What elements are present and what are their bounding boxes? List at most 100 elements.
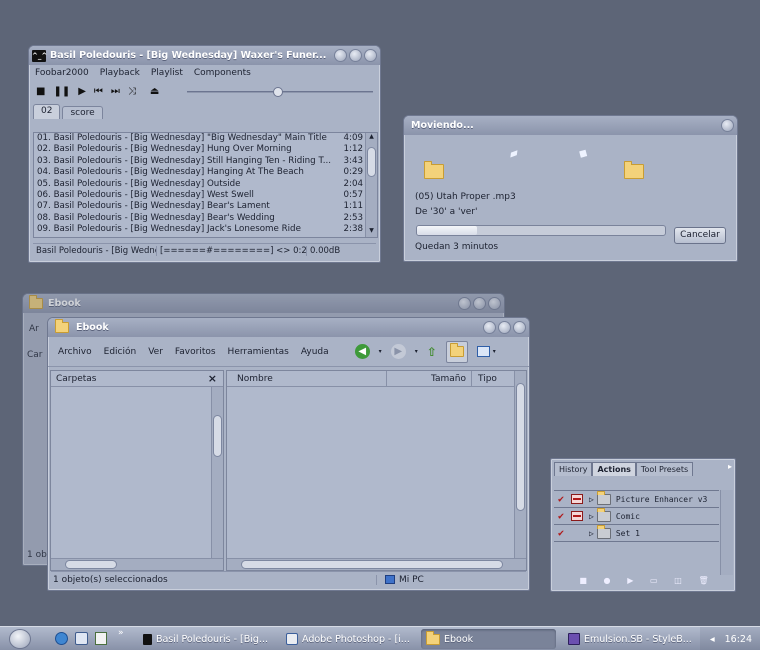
file-list-vscrollbar[interactable] [514, 371, 526, 558]
file-list-hscrollbar[interactable] [227, 558, 526, 570]
dialog-toggle-icon[interactable] [571, 511, 583, 521]
playlist-row[interactable]: 03. Basil Poledouris - [Big Wednesday] S… [34, 156, 377, 167]
scroll-down-icon[interactable]: ▼ [366, 227, 377, 237]
ie-icon[interactable] [55, 632, 68, 645]
new-action-icon[interactable]: ◫ [674, 576, 682, 588]
column-tipo[interactable]: Tipo [472, 371, 497, 386]
dialog-toggle-icon[interactable] [571, 494, 583, 504]
close-button[interactable] [488, 297, 501, 310]
foobar-titlebar[interactable]: ^_^ Basil Poledouris - [Big Wednesday] W… [29, 46, 380, 65]
pause-icon[interactable]: ❚❚ [53, 87, 70, 97]
column-tamano[interactable]: Tamaño [387, 371, 472, 386]
scroll-thumb[interactable] [367, 147, 376, 177]
close-button[interactable] [721, 119, 734, 132]
views-icon[interactable] [476, 346, 490, 357]
expand-triangle-icon[interactable]: ▷ [589, 495, 594, 504]
back-icon[interactable]: ◀ [354, 344, 370, 359]
menu-components[interactable]: Components [194, 68, 251, 78]
playlist-row[interactable]: 06. Basil Poledouris - [Big Wednesday] W… [34, 190, 377, 201]
start-button[interactable] [9, 629, 31, 649]
actions-scrollbar[interactable] [720, 490, 733, 575]
forward-icon[interactable]: ▶ [390, 344, 406, 359]
toggle-check-icon[interactable]: ✔ [554, 511, 568, 522]
back-dropdown-icon[interactable]: ▾ [379, 348, 382, 355]
minimize-button[interactable] [483, 321, 496, 334]
folders-close-icon[interactable]: × [208, 371, 217, 386]
column-nombre[interactable]: Nombre [227, 371, 387, 386]
close-button[interactable] [364, 49, 377, 62]
action-set-row[interactable]: ✔ ▷ Set 1 [554, 524, 719, 542]
notepad-icon[interactable] [95, 632, 107, 645]
minimize-button[interactable] [334, 49, 347, 62]
taskbar-button-styleb[interactable]: Emulsion.SB - StyleB... [563, 629, 698, 649]
scroll-thumb[interactable] [516, 383, 525, 511]
tab-history[interactable]: History [554, 462, 593, 476]
taskbar-button-photoshop[interactable]: Adobe Photoshop - [i... [281, 629, 416, 649]
toggle-check-icon[interactable]: ✔ [554, 494, 568, 505]
browser-icon[interactable] [75, 632, 88, 645]
tab-02[interactable]: 02 [33, 104, 61, 119]
playlist-row[interactable]: 05. Basil Poledouris - [Big Wednesday] O… [34, 179, 377, 190]
stop-icon[interactable]: ■ [579, 576, 587, 588]
scroll-up-icon[interactable]: ▲ [366, 133, 377, 143]
playlist-row[interactable]: 09. Basil Poledouris - [Big Wednesday] J… [34, 224, 377, 235]
tab-score[interactable]: score [62, 106, 103, 119]
seek-bar[interactable] [187, 87, 373, 97]
next-icon[interactable]: ⏭ [111, 87, 120, 97]
trash-icon[interactable]: 🗑 [698, 576, 708, 588]
menu-edicion[interactable]: Edición [104, 347, 137, 357]
previous-icon[interactable]: ⏮ [94, 87, 103, 97]
up-folder-icon[interactable]: ⇧ [427, 345, 437, 359]
tab-tool-presets[interactable]: Tool Presets [635, 462, 694, 476]
action-set-row[interactable]: ✔ ▷ Comic [554, 507, 719, 525]
toggle-check-icon[interactable]: ✔ [554, 528, 568, 539]
menu-archivo[interactable]: Archivo [58, 347, 92, 357]
playlist-row[interactable]: 07. Basil Poledouris - [Big Wednesday] B… [34, 201, 377, 212]
menu-playback[interactable]: Playback [100, 68, 140, 78]
scroll-thumb[interactable] [65, 560, 117, 569]
stop-icon[interactable]: ■ [36, 87, 45, 97]
eject-icon[interactable]: ⏏ [150, 87, 159, 97]
menu-ayuda[interactable]: Ayuda [301, 347, 329, 357]
move-titlebar[interactable]: Moviendo... [404, 116, 737, 135]
folders-hscrollbar[interactable] [51, 558, 223, 570]
playlist-scrollbar[interactable]: ▲ ▼ [365, 133, 377, 237]
folders-toggle-icon[interactable] [445, 340, 468, 363]
maximize-button[interactable] [473, 297, 486, 310]
tray-expand-icon[interactable]: ◂ [710, 634, 715, 645]
scroll-thumb[interactable] [213, 415, 222, 457]
tab-actions[interactable]: Actions [592, 462, 636, 476]
maximize-button[interactable] [498, 321, 511, 334]
forward-dropdown-icon[interactable]: ▾ [415, 348, 418, 355]
palette-menu-icon[interactable]: ▸ [728, 462, 732, 476]
close-button[interactable] [513, 321, 526, 334]
record-icon[interactable]: ● [604, 576, 611, 588]
views-dropdown-icon[interactable]: ▾ [493, 348, 496, 355]
minimize-button[interactable] [458, 297, 471, 310]
taskbar-button-ebook[interactable]: Ebook [421, 629, 556, 649]
playlist-row[interactable]: 04. Basil Poledouris - [Big Wednesday] H… [34, 167, 377, 178]
action-set-row[interactable]: ✔ ▷ Picture Enhancer v3 [554, 490, 719, 508]
taskbar-button-foobar[interactable]: Basil Poledouris - [Big... [138, 629, 273, 649]
menu-favoritos[interactable]: Favoritos [175, 347, 216, 357]
seek-knob[interactable] [273, 87, 284, 97]
folders-vscrollbar[interactable] [211, 387, 223, 558]
expand-triangle-icon[interactable]: ▷ [589, 512, 594, 521]
play-icon[interactable]: ▶ [627, 576, 633, 588]
clock[interactable]: 16:24 [725, 634, 752, 645]
menu-ver[interactable]: Ver [148, 347, 163, 357]
menu-playlist[interactable]: Playlist [151, 68, 183, 78]
menu-herramientas[interactable]: Herramientas [228, 347, 289, 357]
new-set-icon[interactable]: ▭ [650, 576, 658, 588]
menu-foobar2000[interactable]: Foobar2000 [35, 68, 89, 78]
random-icon[interactable]: ⤨ [128, 87, 136, 97]
scroll-thumb[interactable] [241, 560, 503, 569]
expand-triangle-icon[interactable]: ▷ [589, 529, 594, 538]
explorer-bg-titlebar[interactable]: Ebook [23, 294, 504, 313]
playlist-row[interactable]: 08. Basil Poledouris - [Big Wednesday] B… [34, 213, 377, 224]
playlist-row[interactable]: 02. Basil Poledouris - [Big Wednesday] H… [34, 144, 377, 155]
playlist-row[interactable]: 01. Basil Poledouris - [Big Wednesday] "… [34, 133, 377, 144]
explorer-titlebar[interactable]: Ebook [48, 318, 529, 337]
play-icon[interactable]: ▶ [78, 87, 86, 97]
cancel-button[interactable]: Cancelar [674, 227, 726, 244]
